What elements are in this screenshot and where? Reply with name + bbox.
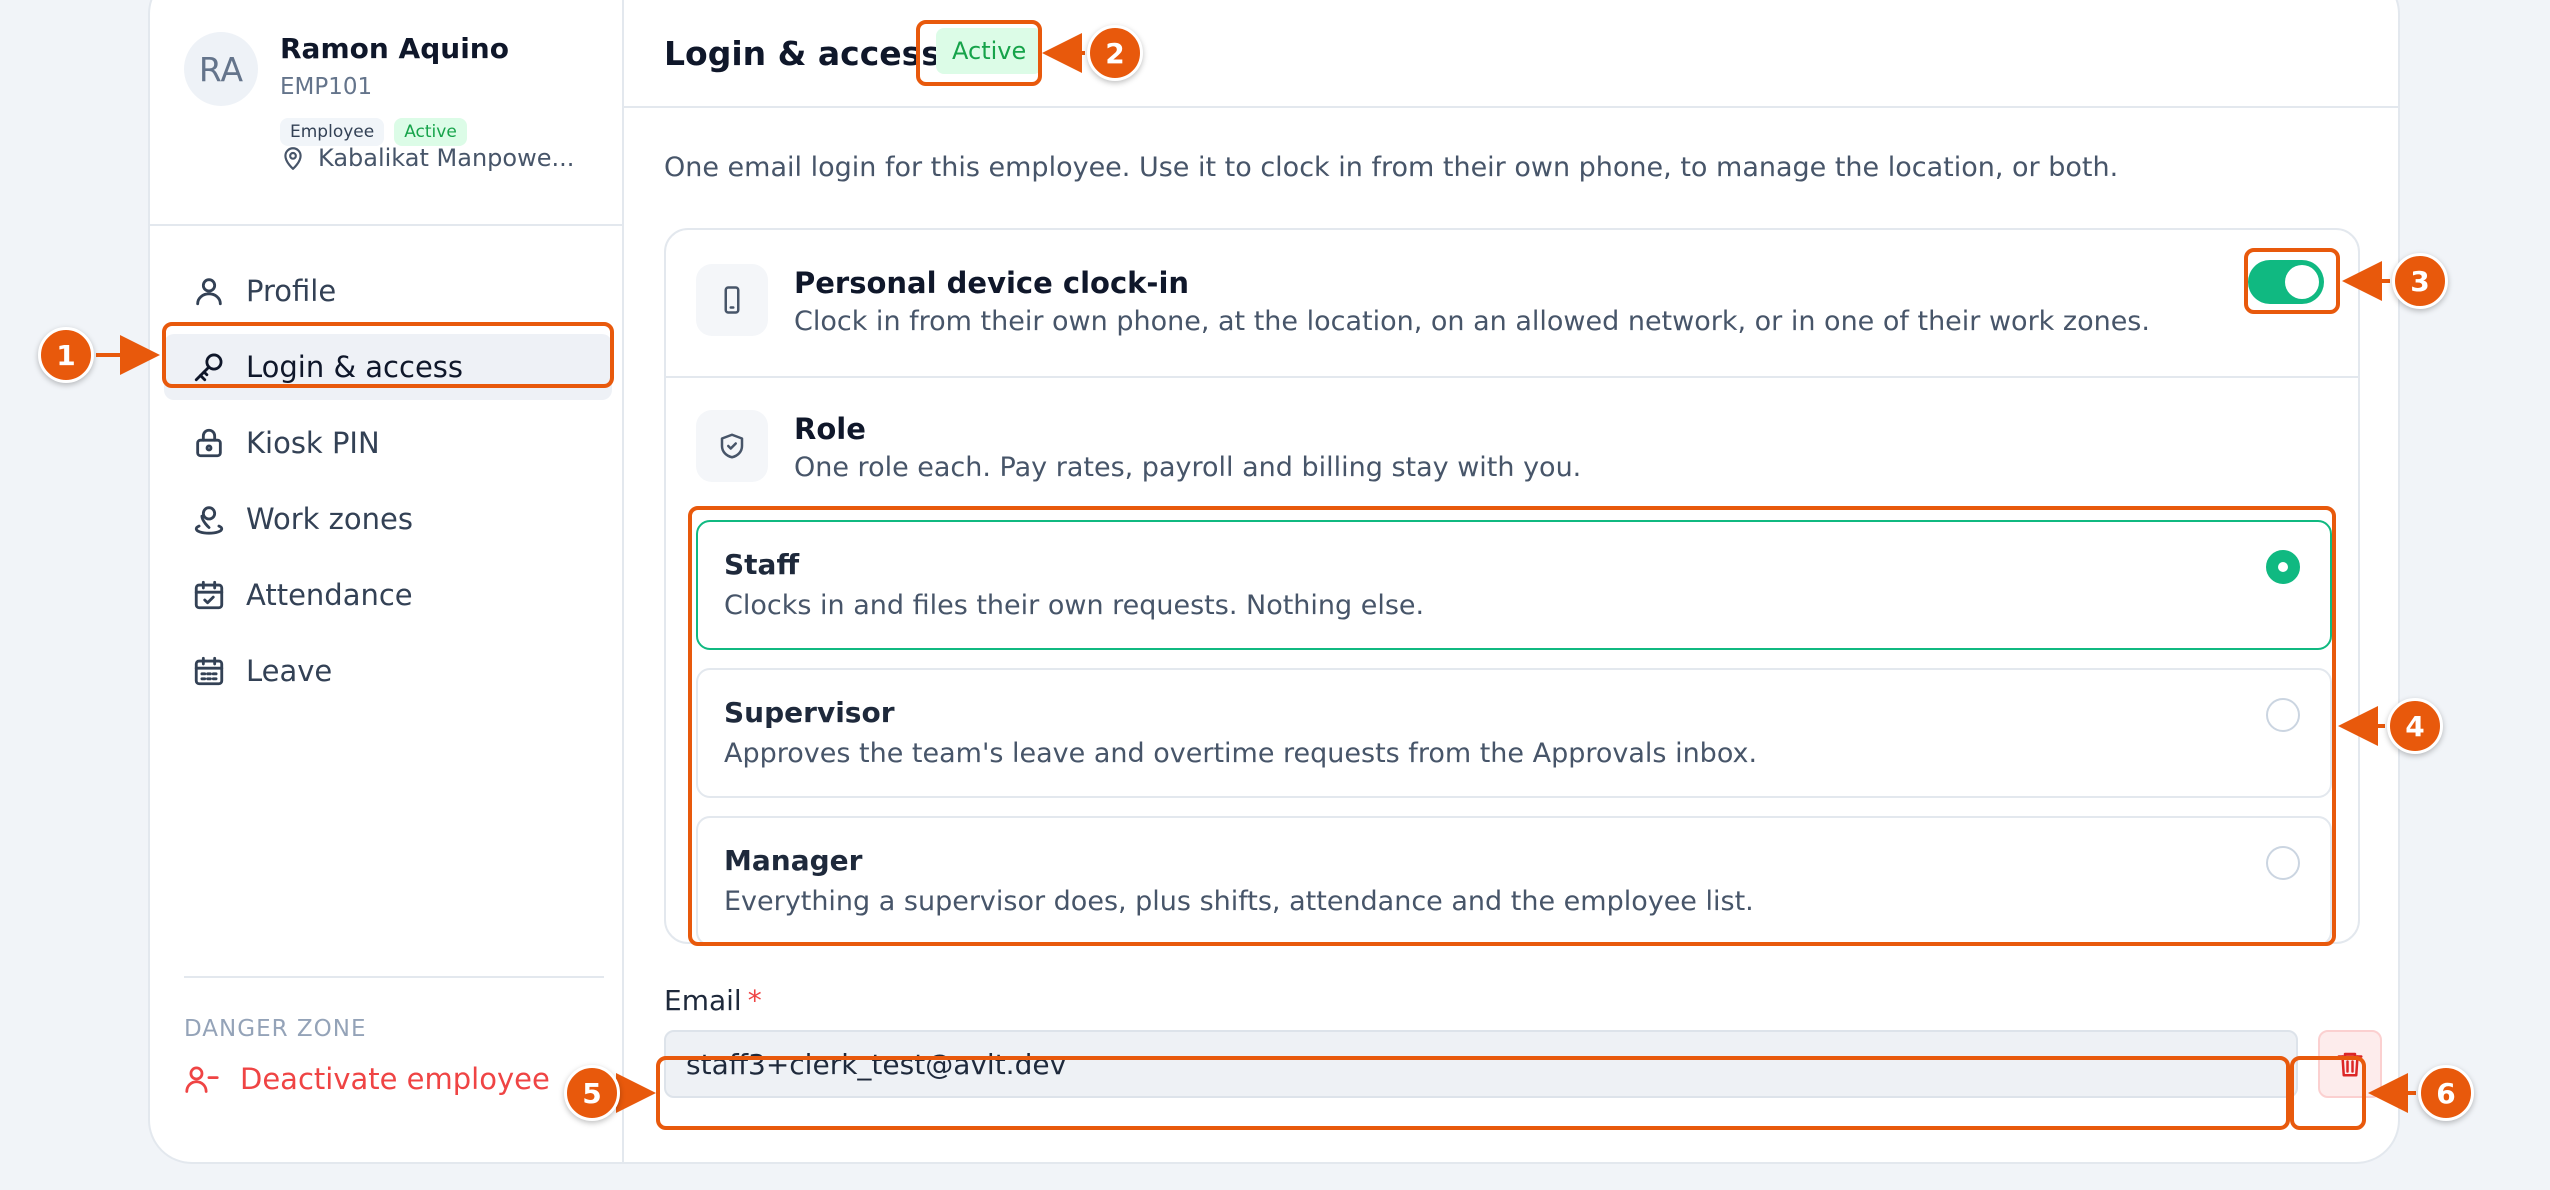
- shield-icon-box: [696, 410, 768, 482]
- option-title: Manager: [724, 844, 863, 877]
- required-mark: *: [747, 984, 762, 1017]
- annotation-marker-2: 2: [1087, 25, 1143, 81]
- phone-icon: [724, 286, 740, 314]
- calendar-icon: [194, 656, 224, 686]
- user-minus-icon: [185, 1066, 219, 1093]
- sidebar-nav: Profile Login & access Kiosk PIN Work zo…: [164, 258, 612, 714]
- user-icon: [196, 278, 222, 306]
- option-title: Staff: [724, 548, 800, 581]
- option-description: Clocks in and files their own requests. …: [724, 590, 1425, 621]
- employee-location: Kabalikat Manpowe...: [280, 144, 610, 172]
- annotation-marker-5: 5: [564, 1065, 620, 1121]
- deactivate-label: Deactivate employee: [240, 1062, 550, 1096]
- sidebar-item-label: Work zones: [246, 502, 413, 536]
- option-description: Approves the team's leave and overtime r…: [724, 738, 1758, 769]
- email-field[interactable]: [664, 1030, 2298, 1098]
- page-title: Login & access: [664, 34, 941, 73]
- annotation-marker-1: 1: [38, 327, 94, 383]
- avatar: RA: [184, 32, 258, 106]
- calendar-check-icon: [194, 580, 224, 610]
- delete-email-button[interactable]: [2318, 1030, 2382, 1098]
- sidebar-item-profile[interactable]: Profile: [164, 258, 612, 324]
- toggle-knob: [2285, 265, 2319, 299]
- sidebar-item-label: Leave: [246, 654, 333, 688]
- radio-supervisor[interactable]: [2266, 698, 2300, 732]
- radio-manager[interactable]: [2266, 846, 2300, 880]
- panel-divider: [666, 376, 2358, 378]
- radio-staff[interactable]: [2266, 550, 2300, 584]
- location-label: Kabalikat Manpowe...: [318, 144, 575, 172]
- employee-card: RA Ramon Aquino EMP101 Employee Active K…: [148, 0, 2400, 1164]
- status-badge: Active: [936, 28, 1043, 74]
- sidebar-item-label: Login & access: [246, 350, 464, 384]
- role-option-staff[interactable]: Staff Clocks in and files their own requ…: [696, 520, 2332, 650]
- shield-check-icon: [720, 433, 744, 459]
- sidebar: RA Ramon Aquino EMP101 Employee Active K…: [150, 0, 624, 1162]
- sidebar-item-attendance[interactable]: Attendance: [164, 562, 612, 628]
- role-description: One role each. Pay rates, payroll and bi…: [794, 452, 1582, 483]
- deactivate-employee-button[interactable]: Deactivate employee: [184, 1062, 550, 1096]
- email-label-text: Email: [664, 984, 742, 1017]
- role-options: Staff Clocks in and files their own requ…: [696, 520, 2332, 964]
- trash-icon: [2337, 1052, 2363, 1077]
- employee-name: Ramon Aquino: [280, 32, 509, 65]
- option-title: Supervisor: [724, 696, 895, 729]
- access-panel: Personal device clock-in Clock in from t…: [664, 228, 2360, 946]
- sidebar-item-label: Kiosk PIN: [246, 426, 380, 460]
- role-option-supervisor[interactable]: Supervisor Approves the team's leave and…: [696, 668, 2332, 798]
- sidebar-item-leave[interactable]: Leave: [164, 638, 612, 704]
- header-divider: [624, 106, 2398, 108]
- device-clockin-toggle[interactable]: [2248, 260, 2324, 304]
- status-badge: Active: [394, 118, 467, 146]
- annotation-marker-3: 3: [2392, 253, 2448, 309]
- role-badge: Employee: [280, 118, 385, 146]
- sidebar-item-label: Profile: [246, 274, 337, 308]
- employee-id: EMP101: [280, 74, 373, 100]
- lock-icon: [196, 428, 222, 458]
- device-clockin-description: Clock in from their own phone, at the lo…: [794, 306, 2150, 337]
- intro-text: One email login for this employee. Use i…: [664, 152, 2119, 183]
- email-label: Email *: [664, 984, 762, 1017]
- main-content: Login & access Active One email login fo…: [624, 0, 2398, 1162]
- option-description: Everything a supervisor does, plus shift…: [724, 886, 1754, 917]
- danger-zone-title: DANGER ZONE: [184, 1016, 367, 1042]
- sidebar-item-login-access[interactable]: Login & access: [164, 334, 612, 400]
- key-icon: [194, 353, 223, 382]
- annotation-marker-6: 6: [2418, 1065, 2474, 1121]
- phone-icon-box: [696, 264, 768, 336]
- map-pin-icon: [284, 147, 302, 170]
- danger-divider: [184, 976, 604, 978]
- role-option-manager[interactable]: Manager Everything a supervisor does, pl…: [696, 816, 2332, 946]
- role-title: Role: [794, 412, 866, 446]
- sidebar-item-label: Attendance: [246, 578, 413, 612]
- sidebar-item-work-zones[interactable]: Work zones: [164, 486, 612, 552]
- sidebar-divider: [150, 224, 624, 226]
- map-pin-user-icon: [194, 506, 224, 535]
- device-clockin-title: Personal device clock-in: [794, 266, 1190, 300]
- employee-badges: Employee Active: [280, 118, 467, 146]
- annotation-marker-4: 4: [2387, 698, 2443, 754]
- sidebar-item-kiosk-pin[interactable]: Kiosk PIN: [164, 410, 612, 476]
